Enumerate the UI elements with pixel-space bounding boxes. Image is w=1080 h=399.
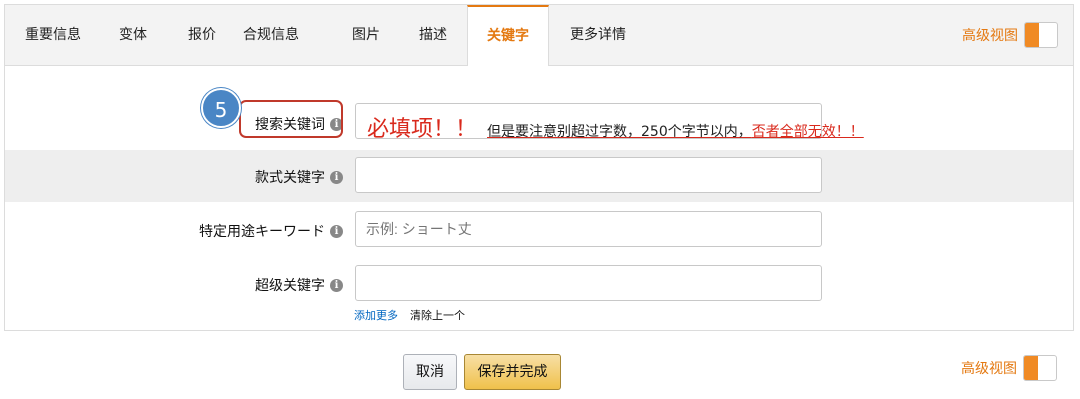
info-icon[interactable]: i [330,170,343,184]
platinum-keywords-label-text: 超级关键字 [255,278,325,294]
style-keywords-input[interactable] [355,157,822,193]
byte-limit-note: 但是要注意别超过字数，250个字节以内，否者全部无效！！ [487,121,864,141]
keyword-links: 添加更多 清除上一个 [354,307,465,323]
save-and-finish-button[interactable]: 保存并完成 [464,354,561,390]
field-row-style-keywords: 款式关键字 i [5,150,1073,202]
info-icon[interactable]: i [330,278,343,292]
style-keywords-label-text: 款式关键字 [255,170,325,186]
tab-compliance[interactable]: 合规信息 [243,5,299,66]
field-row-platinum-keywords: 超级关键字 i [5,258,1073,310]
tab-bar: 重要信息 变体 报价 合规信息 图片 描述 关键字 更多详情 高级视图 [4,4,1074,67]
field-row-specific-uses: 特定用途キーワード i [5,204,1073,256]
byte-limit-note-plain: 但是要注意别超过字数，250个字节以内， [487,124,752,140]
advanced-view-label: 高级视图 [962,28,1018,44]
platinum-keywords-label: 超级关键字 i [255,275,343,295]
advanced-view-toggle[interactable] [1024,22,1058,48]
tab-more-details[interactable]: 更多详情 [570,5,626,66]
annotation-note: 必填项！！ 但是要注意别超过字数，250个字节以内，否者全部无效！！ [367,111,864,143]
info-icon[interactable]: i [330,224,343,238]
tab-description[interactable]: 描述 [419,5,447,66]
tab-important-info[interactable]: 重要信息 [25,5,81,66]
tab-offer[interactable]: 报价 [188,5,216,66]
specific-uses-label-text: 特定用途キーワード [199,224,325,240]
tab-images[interactable]: 图片 [352,5,380,66]
keywords-form: 搜索关键词 i 款式关键字 i 特定用途キーワード i 超级关键字 i [4,66,1074,331]
advanced-view-toggle[interactable] [1023,355,1057,381]
clear-last-link[interactable]: 清除上一个 [410,307,465,323]
platinum-keywords-input[interactable] [355,265,822,301]
required-note: 必填项！！ [367,117,478,142]
highlight-box [239,100,343,138]
style-keywords-label: 款式关键字 i [255,167,343,187]
tab-keywords[interactable]: 关键字 [467,5,549,67]
specific-uses-input[interactable] [355,211,822,247]
cancel-button[interactable]: 取消 [403,354,457,390]
step-number-badge: 5 [201,88,241,128]
advanced-view-top[interactable]: 高级视图 [962,22,1058,48]
toggle-on-indicator [1025,23,1039,47]
byte-limit-note-red: 否者全部无效！！ [751,124,864,140]
tab-variants[interactable]: 变体 [119,5,147,66]
advanced-view-label: 高级视图 [961,361,1017,377]
specific-uses-label: 特定用途キーワード i [199,221,343,241]
toggle-on-indicator [1024,356,1038,380]
advanced-view-bottom[interactable]: 高级视图 [961,355,1057,381]
add-more-link[interactable]: 添加更多 [354,307,398,323]
